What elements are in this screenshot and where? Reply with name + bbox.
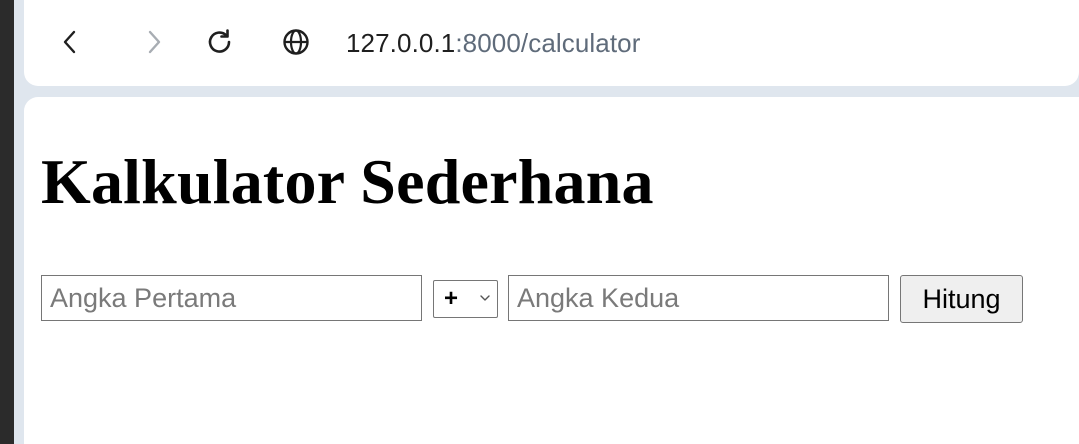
second-number-input[interactable] — [508, 275, 889, 321]
first-number-input[interactable] — [41, 275, 422, 321]
page-content: Kalkulator Sederhana + Hitung — [24, 97, 1079, 444]
globe-icon — [283, 29, 309, 55]
address-bar[interactable]: 127.0.0.1:8000/calculator — [346, 26, 641, 60]
back-button[interactable] — [52, 24, 88, 60]
page-title: Kalkulator Sederhana — [41, 146, 654, 217]
browser-window: 127.0.0.1:8000/calculator Kalkulator Sed… — [14, 0, 1079, 444]
url-host: 127.0.0.1 — [346, 27, 456, 58]
back-arrow-icon — [63, 30, 76, 54]
forward-button[interactable] — [136, 24, 172, 60]
reload-icon — [208, 29, 231, 53]
operator-selected-value: + — [444, 285, 459, 312]
chevron-down-icon — [480, 295, 490, 301]
url-path: :8000/calculator — [455, 27, 641, 58]
calculate-button[interactable]: Hitung — [900, 275, 1023, 323]
browser-toolbar: 127.0.0.1:8000/calculator — [24, 0, 1079, 86]
operator-select[interactable]: + — [433, 280, 498, 318]
reload-button[interactable] — [202, 24, 238, 60]
forward-arrow-icon — [148, 30, 161, 54]
site-info-button[interactable] — [278, 24, 314, 60]
